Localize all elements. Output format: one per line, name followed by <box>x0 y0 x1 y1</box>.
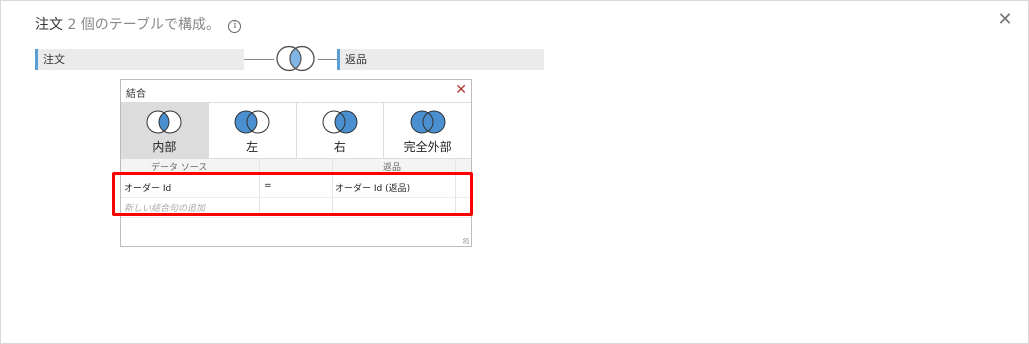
join-type-right[interactable]: 右 <box>297 102 385 158</box>
close-icon[interactable]: ✕ <box>455 81 467 99</box>
data-source-name[interactable]: 注文 <box>35 17 63 33</box>
join-type-full-outer[interactable]: 完全外部 <box>384 102 471 158</box>
join-type-left[interactable]: 左 <box>209 102 297 158</box>
table-pill-returns[interactable]: 返品 <box>337 49 544 70</box>
join-type-label: 内部 <box>152 140 177 154</box>
close-icon[interactable]: ✕ <box>996 11 1014 29</box>
table-count-text: 2 個のテーブルで構成。 <box>67 17 220 33</box>
resize-grip-icon[interactable] <box>463 238 469 244</box>
join-connector-left <box>244 59 274 60</box>
join-type-selector: 内部 左 右 完全外部 <box>121 102 471 158</box>
join-dialog: 結合 ✕ 内部 左 右 完全外部 データ ソース 返品 オーダー Id = オー… <box>120 79 472 247</box>
page-title: 注文 2 個のテーブルで構成。 i <box>35 14 242 34</box>
join-connector-right <box>318 59 337 60</box>
join-type-label: 完全外部 <box>403 140 452 154</box>
join-dialog-header: 結合 ✕ <box>121 80 471 103</box>
join-node-button[interactable] <box>273 45 318 72</box>
info-circle-icon[interactable]: i <box>228 20 242 33</box>
table-pill-label: 返品 <box>345 53 367 66</box>
table-pill-orders[interactable]: 注文 <box>35 49 244 70</box>
highlight-box <box>112 172 473 216</box>
join-type-label: 右 <box>333 140 346 154</box>
left-join-icon <box>234 110 270 134</box>
table-pill-label: 注文 <box>43 53 65 66</box>
join-type-label: 左 <box>246 140 259 154</box>
join-type-inner[interactable]: 内部 <box>121 102 209 158</box>
full-outer-join-icon <box>410 110 446 134</box>
inner-join-venn-icon <box>276 45 315 72</box>
data-source-panel: 注文 2 個のテーブルで構成。 i ✕ 注文 返品 結合 ✕ 内部 左 右 完全… <box>0 0 1029 344</box>
inner-join-icon <box>146 110 182 134</box>
right-join-icon <box>322 110 358 134</box>
join-dialog-title: 結合 <box>126 89 146 100</box>
